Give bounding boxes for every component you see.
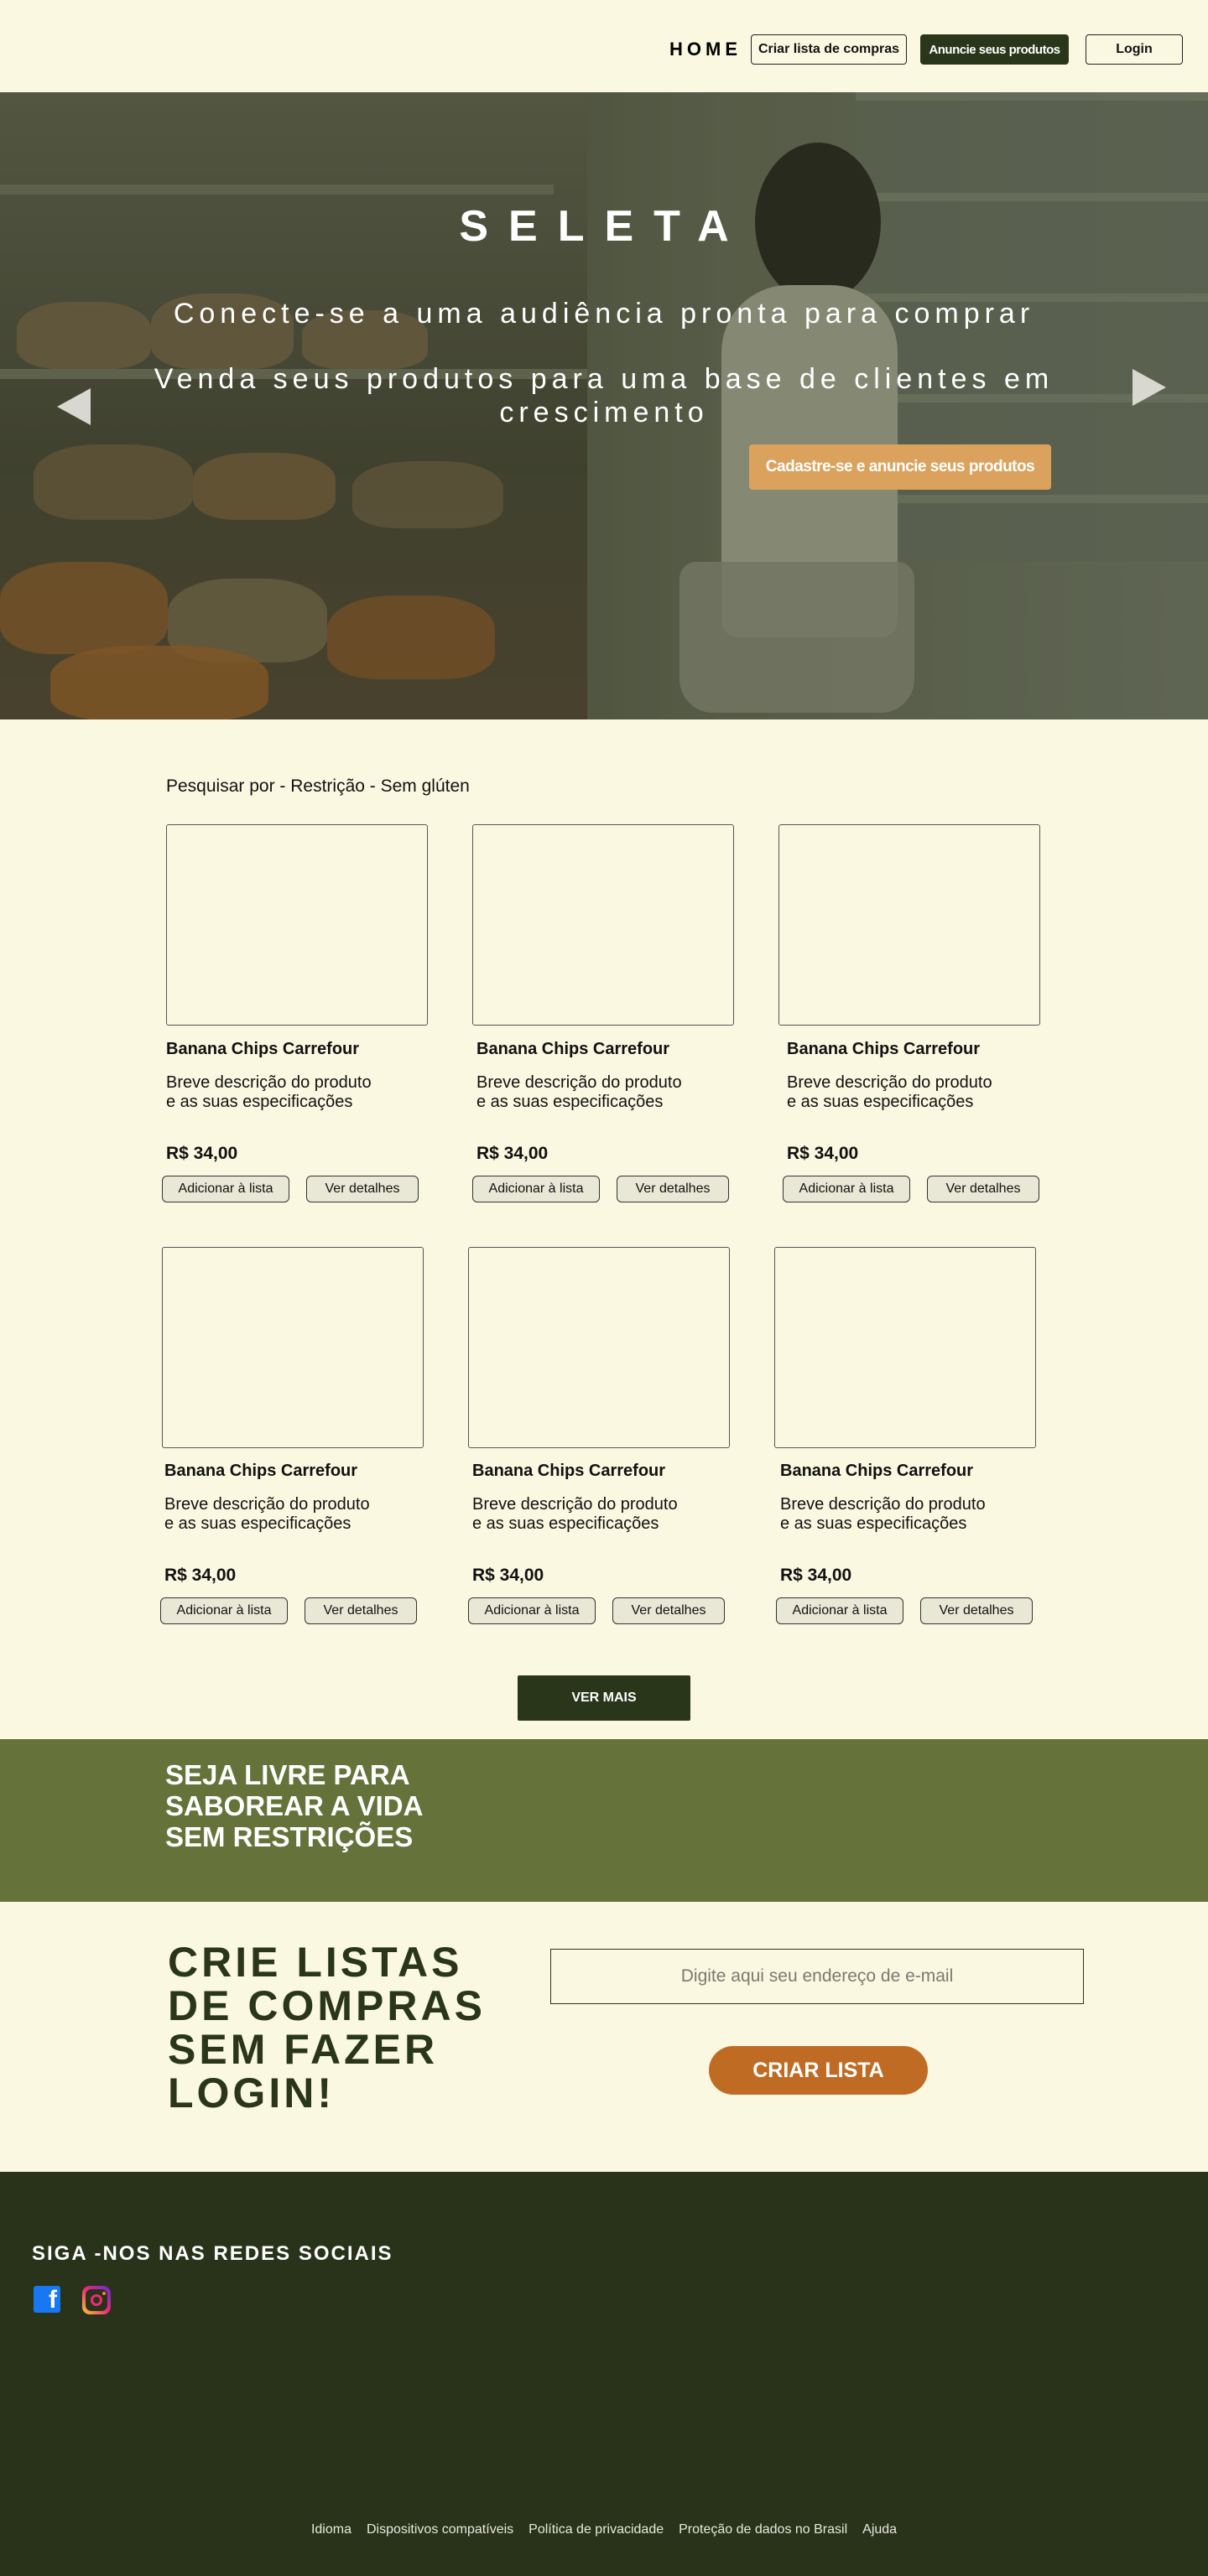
product-price: R$ 34,00 (164, 1566, 237, 1585)
footer-links: Idioma Dispositivos compatíveis Política… (0, 2522, 1208, 2537)
social-title: SIGA -NOS NAS REDES SOCIAIS (32, 2242, 393, 2265)
hero-title: SELETA (459, 202, 749, 251)
login-button[interactable]: Login (1086, 34, 1183, 65)
nav-home-link[interactable]: HOME (669, 39, 742, 60)
instagram-icon[interactable] (82, 2286, 111, 2314)
product-description: Breve descrição do produto e as suas esp… (472, 1495, 678, 1533)
add-to-list-button[interactable]: Adicionar à lista (776, 1597, 903, 1624)
arrow-right-icon[interactable] (1132, 369, 1166, 406)
product-image[interactable] (472, 824, 734, 1026)
view-details-button[interactable]: Ver detalhes (927, 1176, 1039, 1202)
product-description: Breve descrição do produto e as suas esp… (166, 1073, 372, 1111)
advertise-button[interactable]: Anuncie seus produtos (920, 34, 1069, 65)
view-details-button[interactable]: Ver detalhes (920, 1597, 1033, 1624)
add-to-list-button[interactable]: Adicionar à lista (162, 1176, 289, 1202)
product-image[interactable] (166, 824, 428, 1026)
product-description: Breve descrição do produto e as suas esp… (787, 1073, 992, 1111)
add-to-list-button[interactable]: Adicionar à lista (472, 1176, 600, 1202)
site-footer: SIGA -NOS NAS REDES SOCIAIS f Idioma Dis… (0, 2172, 1208, 2576)
view-details-button[interactable]: Ver detalhes (306, 1176, 419, 1202)
hero-banner: SELETA Conecte-se a uma audiência pronta… (0, 92, 1208, 719)
product-image[interactable] (774, 1247, 1036, 1448)
banner-text: SEJA LIVRE PARA SABOREAR A VIDA SEM REST… (165, 1759, 423, 1852)
view-details-button[interactable]: Ver detalhes (617, 1176, 729, 1202)
footer-link-privacy[interactable]: Política de privacidade (528, 2522, 664, 2537)
view-details-button[interactable]: Ver detalhes (612, 1597, 725, 1624)
product-title: Banana Chips Carrefour (787, 1040, 981, 1058)
footer-link-language[interactable]: Idioma (311, 2522, 351, 2537)
product-description: Breve descrição do produto e as suas esp… (164, 1495, 370, 1533)
site-header: HOME Criar lista de compras Anuncie seus… (0, 0, 1208, 92)
add-to-list-button[interactable]: Adicionar à lista (783, 1176, 910, 1202)
create-list-button[interactable]: Criar lista de compras (751, 34, 907, 65)
product-image[interactable] (468, 1247, 730, 1448)
product-price: R$ 34,00 (472, 1566, 544, 1585)
add-to-list-button[interactable]: Adicionar à lista (468, 1597, 596, 1624)
product-title: Banana Chips Carrefour (164, 1462, 358, 1480)
product-image[interactable] (162, 1247, 424, 1448)
view-details-button[interactable]: Ver detalhes (305, 1597, 417, 1624)
footer-link-help[interactable]: Ajuda (862, 2522, 897, 2537)
promo-banner: SEJA LIVRE PARA SABOREAR A VIDA SEM REST… (0, 1739, 1208, 1902)
email-field[interactable] (550, 1949, 1084, 2004)
hero-tagline: Venda seus produtos para uma base de cli… (154, 363, 1054, 428)
product-price: R$ 34,00 (476, 1144, 549, 1163)
signup-advertise-button[interactable]: Cadastre-se e anuncie seus produtos (749, 444, 1051, 490)
facebook-icon[interactable]: f (34, 2286, 60, 2314)
hero-subtitle: Conecte-se a uma audiência pronta para c… (173, 298, 1035, 330)
footer-link-devices[interactable]: Dispositivos compatíveis (367, 2522, 513, 2537)
add-to-list-button[interactable]: Adicionar à lista (160, 1597, 288, 1624)
product-title: Banana Chips Carrefour (780, 1462, 974, 1480)
product-image[interactable] (778, 824, 1040, 1026)
product-title: Banana Chips Carrefour (472, 1462, 666, 1480)
product-price: R$ 34,00 (166, 1144, 238, 1163)
search-filter-label: Pesquisar por - Restrição - Sem glúten (166, 776, 470, 796)
arrow-left-icon[interactable] (57, 388, 91, 425)
product-price: R$ 34,00 (787, 1144, 859, 1163)
product-description: Breve descrição do produto e as suas esp… (780, 1495, 986, 1533)
footer-link-data-protection[interactable]: Proteção de dados no Brasil (679, 2522, 847, 2537)
product-title: Banana Chips Carrefour (476, 1040, 670, 1058)
create-list-title: CRIE LISTAS DE COMPRAS SEM FAZER LOGIN! (168, 1939, 486, 2116)
product-description: Breve descrição do produto e as suas esp… (476, 1073, 682, 1111)
product-price: R$ 34,00 (780, 1566, 852, 1585)
product-title: Banana Chips Carrefour (166, 1040, 360, 1058)
create-list-submit-button[interactable]: CRIAR LISTA (709, 2046, 928, 2095)
see-more-button[interactable]: VER MAIS (518, 1675, 690, 1721)
